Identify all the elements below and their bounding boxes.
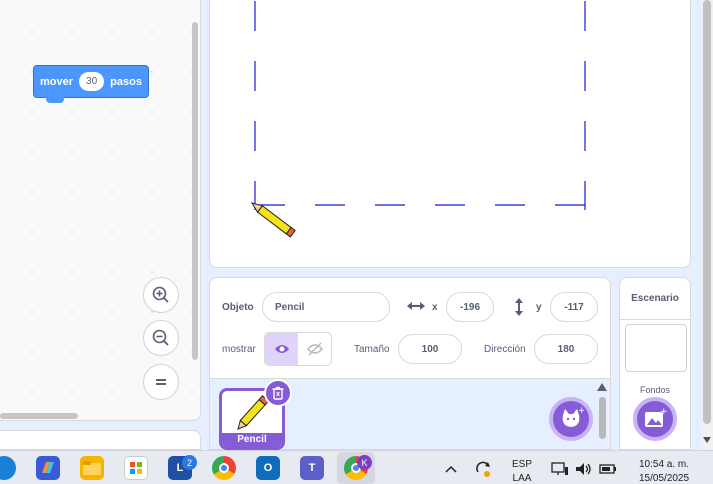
- choose-backdrop-button[interactable]: +: [633, 397, 677, 441]
- chrome-icon[interactable]: [212, 456, 236, 480]
- show-button[interactable]: [265, 333, 298, 365]
- svg-text:+: +: [660, 407, 667, 417]
- visibility-toggle: [264, 332, 332, 366]
- volume-icon[interactable]: [575, 462, 593, 476]
- profile-badge: K: [357, 455, 372, 470]
- zoom-in-button[interactable]: [143, 277, 179, 313]
- horizontal-arrows-icon: [406, 298, 426, 319]
- hide-button[interactable]: [298, 333, 331, 365]
- battery-icon[interactable]: [599, 463, 617, 475]
- direction-label: Dirección: [484, 344, 526, 355]
- tray-chevron-icon[interactable]: [445, 465, 457, 473]
- choose-backdrop-icon: +: [645, 407, 667, 427]
- page-scroll-thumb[interactable]: [703, 0, 711, 424]
- backdrops-label: Fondos: [639, 385, 671, 395]
- sprite-name-input[interactable]: Pencil: [262, 292, 390, 322]
- stage-canvas[interactable]: [209, 0, 691, 268]
- move-steps-block[interactable]: mover 30 pasos: [33, 65, 149, 103]
- choose-sprite-button[interactable]: +: [549, 397, 593, 441]
- x-input[interactable]: -196: [446, 292, 494, 322]
- clock[interactable]: 10:54 a. m. 15/05/2025: [628, 458, 700, 484]
- clock-time: 10:54 a. m.: [638, 459, 690, 470]
- choose-sprite-icon: +: [562, 406, 584, 427]
- block-verb: mover: [40, 75, 74, 88]
- size-label: Tamaño: [354, 344, 390, 355]
- zoom-out-icon: [152, 329, 169, 346]
- zoom-in-icon: [152, 286, 169, 303]
- sprite-tile-name: Pencil: [222, 433, 282, 447]
- scroll-down-arrow-icon[interactable]: [702, 436, 712, 444]
- block-steps-input[interactable]: 30: [79, 72, 105, 91]
- sprite-label: Objeto: [222, 302, 254, 313]
- code-vertical-scrollbar[interactable]: [192, 22, 198, 360]
- file-explorer-icon[interactable]: [80, 456, 104, 480]
- eye-icon: [274, 345, 289, 353]
- zoom-reset-button[interactable]: [143, 364, 179, 400]
- teams-icon[interactable]: T: [300, 456, 324, 480]
- outlook-icon[interactable]: O: [256, 456, 280, 480]
- sprite-list-scroll-thumb[interactable]: [599, 397, 606, 439]
- language-code: ESP: [511, 459, 532, 470]
- zoom-out-button[interactable]: [143, 320, 179, 356]
- trash-icon: [272, 386, 284, 400]
- svg-text:+: +: [578, 406, 584, 416]
- block-unit: pasos: [110, 75, 142, 88]
- eye-hidden-icon: [306, 342, 323, 356]
- vertical-arrows-icon: [512, 297, 526, 322]
- y-label: y: [536, 302, 542, 313]
- delete-sprite-button[interactable]: [264, 379, 292, 407]
- l-app-badge: 2: [182, 455, 197, 470]
- y-input[interactable]: -117: [550, 292, 598, 322]
- code-horizontal-scrollbar[interactable]: [0, 413, 78, 419]
- stage-thumbnail[interactable]: [625, 324, 687, 372]
- store-icon[interactable]: [124, 456, 148, 480]
- code-area[interactable]: mover 30 pasos: [0, 0, 201, 421]
- network-icon[interactable]: [551, 462, 569, 476]
- stage-panel-title: Escenario: [620, 278, 690, 320]
- sync-icon[interactable]: [474, 460, 492, 478]
- copilot-icon[interactable]: [36, 456, 60, 480]
- language-indicator[interactable]: ESP LAA: [508, 458, 536, 484]
- show-label: mostrar: [222, 344, 256, 355]
- keyboard-layout: LAA: [512, 473, 532, 484]
- x-label: x: [432, 302, 438, 313]
- zoom-reset-icon: [156, 379, 166, 385]
- code-area-footer: [0, 430, 201, 450]
- size-input[interactable]: 100: [398, 334, 462, 364]
- direction-input[interactable]: 180: [534, 334, 598, 364]
- clock-date: 15/05/2025: [638, 473, 690, 484]
- pen-drawing: [250, 1, 586, 238]
